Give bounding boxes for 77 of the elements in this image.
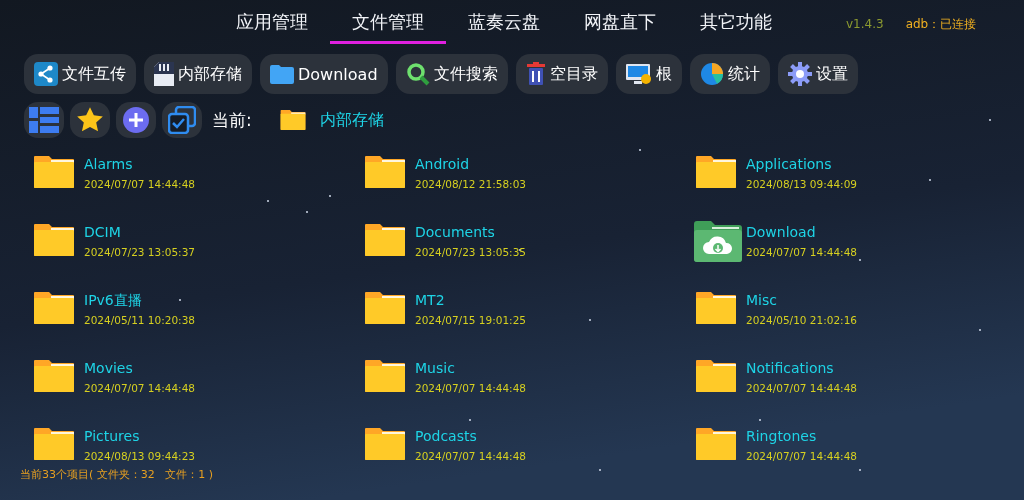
folder-icon (695, 291, 737, 325)
share-icon (34, 62, 58, 86)
search-icon (405, 62, 430, 86)
file-name[interactable]: Ringtones (746, 427, 857, 445)
connection-status: adb：已连接 (905, 15, 977, 33)
folder-icon (33, 359, 75, 393)
file-date: 2024/07/07 14:44:48 (84, 382, 195, 394)
folder-icon (364, 427, 406, 461)
folder-icon (364, 359, 406, 393)
pie-chart-icon (699, 62, 724, 86)
file-name[interactable]: Alarms (84, 155, 195, 173)
file-name[interactable]: Misc (746, 291, 857, 309)
file-name[interactable]: Applications (746, 155, 857, 173)
folder-icon (695, 359, 737, 393)
toolbar-button[interactable]: 设置 (777, 54, 858, 94)
monitor-icon (625, 62, 652, 86)
file-date: 2024/07/07 14:44:48 (415, 382, 526, 394)
folder-icon (364, 223, 406, 257)
folder-icon (33, 427, 75, 461)
file-date: 2024/08/13 09:44:09 (746, 178, 857, 190)
file-date: 2024/05/10 21:02:16 (746, 314, 857, 326)
file-date: 2024/05/11 10:20:38 (84, 314, 195, 326)
file-name[interactable]: Podcasts (415, 427, 526, 445)
file-name[interactable]: DCIM (84, 223, 195, 241)
icon-button[interactable] (116, 102, 156, 138)
toolbar-button[interactable]: 根 (615, 54, 682, 94)
file-name[interactable]: Notifications (746, 359, 857, 377)
toolbar-button[interactable]: 空目录 (515, 54, 608, 94)
toolbar-button[interactable]: 内部存储 (144, 54, 252, 94)
toolbar-button[interactable]: Download (260, 54, 388, 94)
file-name[interactable]: Android (415, 155, 526, 173)
toolbar-button[interactable]: 文件互传 (24, 54, 136, 94)
file-date: 2024/07/07 14:44:48 (84, 178, 195, 190)
cloud-folder-icon (694, 220, 742, 262)
file-date: 2024/07/23 13:05:37 (84, 246, 195, 258)
trash-icon (525, 62, 546, 86)
file-date: 2024/08/12 21:58:03 (415, 178, 526, 190)
folder-icon (33, 291, 75, 325)
tab[interactable]: 蓝奏云盘 (446, 4, 562, 44)
sdcard-icon (154, 62, 174, 86)
settings-icon (787, 62, 812, 86)
status-text: 当前33个项目( 文件夹：32 文件：1 ) (19, 468, 214, 482)
tab[interactable]: 网盘直下 (562, 4, 678, 44)
file-date: 2024/07/07 14:44:48 (746, 450, 857, 462)
file-name[interactable]: Documents (415, 223, 526, 241)
path-label: 当前: (212, 108, 252, 132)
add-icon (122, 106, 150, 134)
current-path[interactable]: 内部存储 (319, 109, 384, 131)
folder-icon (364, 291, 406, 325)
version-label: v1.4.3 (846, 17, 884, 31)
tab[interactable]: 其它功能 (678, 4, 794, 44)
star-icon (76, 106, 104, 134)
file-date: 2024/07/07 14:44:48 (746, 246, 857, 258)
file-date: 2024/07/23 13:05:35 (415, 246, 526, 258)
file-name[interactable]: IPv6直播 (84, 291, 195, 309)
tab[interactable]: 文件管理 (330, 4, 446, 44)
file-name[interactable]: Pictures (84, 427, 195, 445)
file-name[interactable]: Download (746, 223, 857, 241)
icon-button[interactable] (70, 102, 110, 138)
multi-select-icon (168, 106, 196, 134)
folder-icon (33, 155, 75, 189)
folder-icon (695, 155, 737, 189)
list-view-icon (29, 107, 59, 133)
file-date: 2024/07/07 14:44:48 (415, 450, 526, 462)
folder-icon (270, 64, 294, 84)
file-date: 2024/08/13 09:44:23 (84, 450, 195, 462)
toolbar-button[interactable]: 统计 (689, 54, 770, 94)
tab[interactable]: 应用管理 (214, 4, 330, 44)
folder-icon (364, 155, 406, 189)
file-date: 2024/07/07 14:44:48 (746, 382, 857, 394)
file-date: 2024/07/15 19:01:25 (415, 314, 526, 326)
folder-icon (695, 427, 737, 461)
file-name[interactable]: Movies (84, 359, 195, 377)
toolbar-button[interactable]: 文件搜索 (395, 54, 508, 94)
folder-icon (33, 223, 75, 257)
file-name[interactable]: MT2 (415, 291, 526, 309)
file-name[interactable]: Music (415, 359, 526, 377)
